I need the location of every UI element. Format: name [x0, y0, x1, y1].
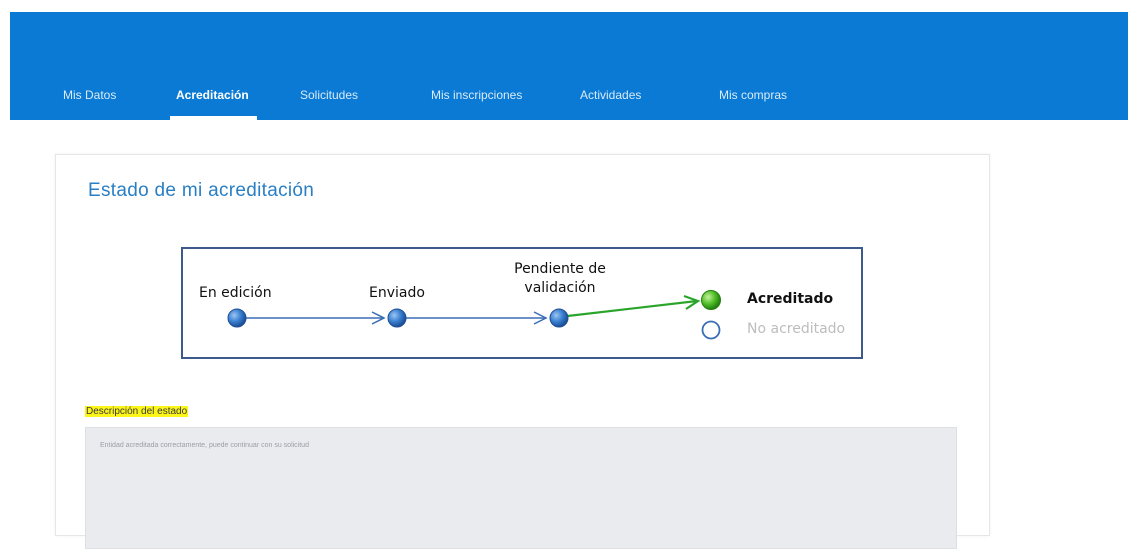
page-title: Estado de mi acreditación: [88, 180, 315, 201]
tab-actividades[interactable]: Actividades: [580, 80, 641, 120]
main-nav: Mis Datos Acreditación Solicitudes Mis i…: [10, 80, 1128, 120]
outcome-label-acreditado: Acreditado: [747, 291, 834, 307]
outcome-label-no-acreditado: No acreditado: [747, 321, 846, 337]
outcome-dot-acreditado: [701, 290, 721, 310]
step-label-pendiente-line1: Pendiente de: [514, 261, 606, 277]
step-label-pendiente: Pendiente de validación: [495, 260, 625, 298]
status-flow-diagram: En edición Enviado Pendiente de validaci…: [181, 247, 863, 359]
step-dot-en-edicion: [227, 308, 247, 328]
step-dot-enviado: [387, 308, 407, 328]
tab-mis-inscripciones[interactable]: Mis inscripciones: [431, 80, 522, 120]
status-description-text: Entidad acreditada correctamente, puede …: [100, 442, 309, 449]
tab-solicitudes[interactable]: Solicitudes: [300, 80, 358, 120]
success-connector: [558, 299, 698, 319]
step-label-pendiente-line2: validación: [524, 280, 596, 296]
tab-mis-compras[interactable]: Mis compras: [719, 80, 787, 120]
top-header: Mis Datos Acreditación Solicitudes Mis i…: [10, 12, 1128, 120]
accreditation-card: Estado de mi acreditación En edición Env…: [55, 154, 990, 549]
status-description-label: Descripción del estado: [85, 406, 189, 417]
step-label-enviado: Enviado: [369, 285, 425, 301]
outcome-dot-no-acreditado: [701, 320, 721, 340]
step-dot-pendiente: [549, 308, 569, 328]
tab-acreditacion[interactable]: Acreditación: [170, 80, 257, 120]
status-description-box: Entidad acreditada correctamente, puede …: [85, 427, 957, 549]
tab-mis-datos[interactable]: Mis Datos: [63, 80, 116, 120]
step-label-en-edicion: En edición: [199, 285, 272, 301]
